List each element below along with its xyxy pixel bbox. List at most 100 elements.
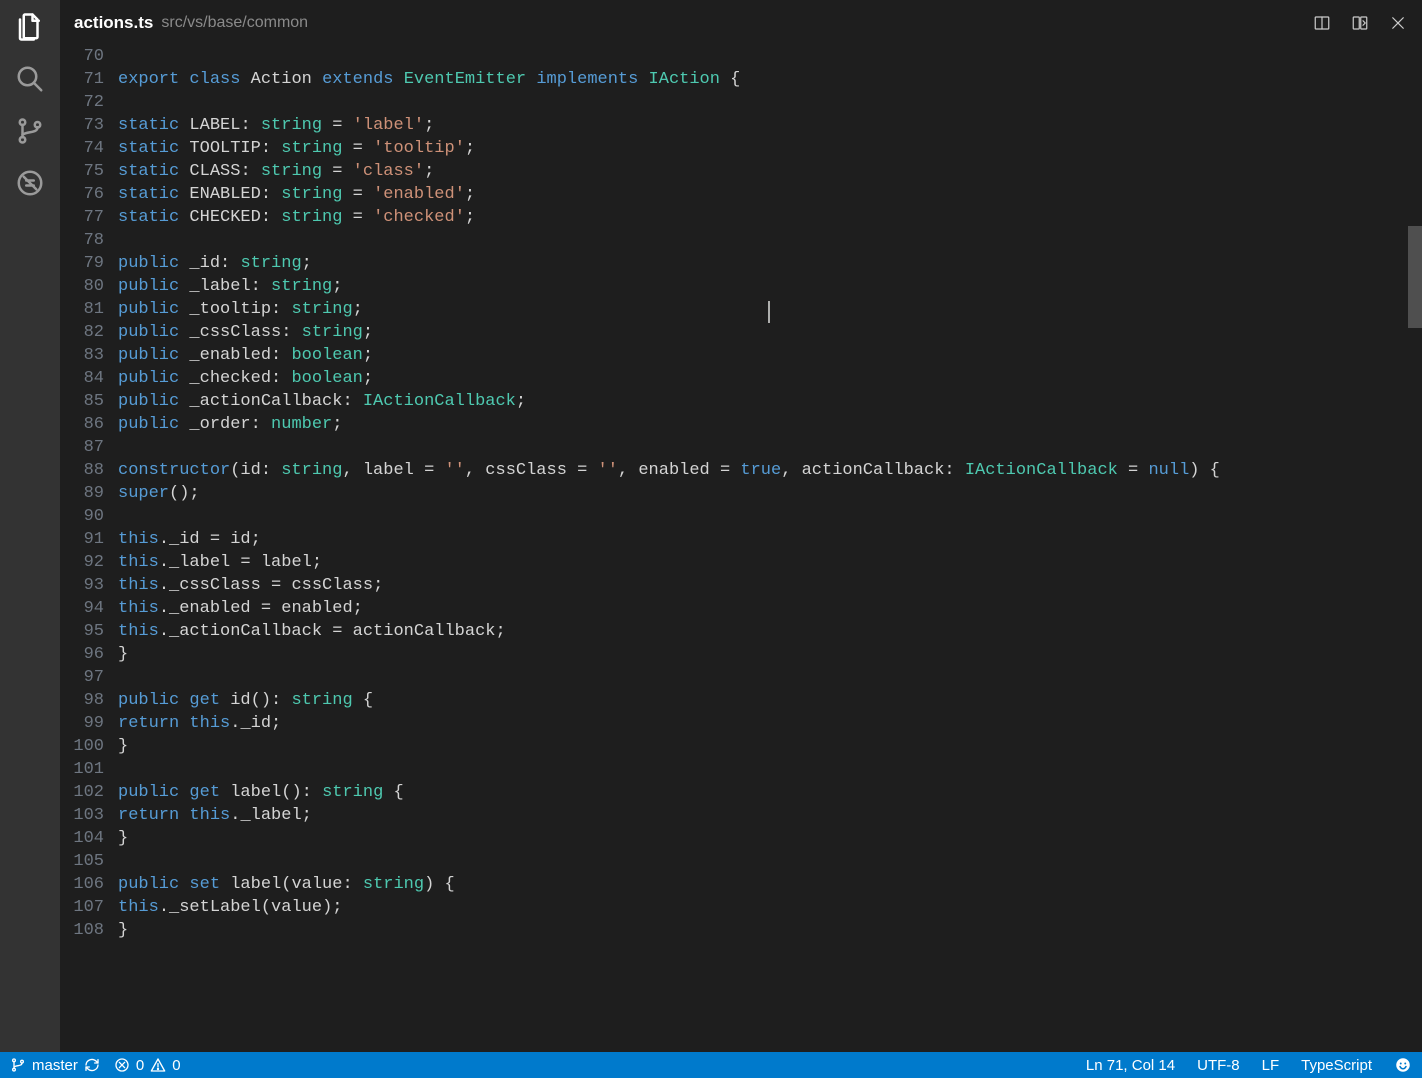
code-line[interactable]: 71export class Action extends EventEmitt… [60,68,1422,91]
code-line[interactable]: 84 public _checked: boolean; [60,367,1422,390]
code-line[interactable]: 103 return this._label; [60,804,1422,827]
feedback-button[interactable] [1394,1056,1412,1074]
code-line[interactable]: 108 } [60,919,1422,942]
line-number: 87 [60,436,118,459]
smiley-icon [1394,1056,1412,1074]
diff-icon [1351,14,1369,32]
code-line[interactable]: 80 public _label: string; [60,275,1422,298]
code-line[interactable]: 106 public set label(value: string) { [60,873,1422,896]
line-number: 88 [60,459,118,482]
code-content: this._id = id; [118,528,1422,551]
code-content [118,229,1422,252]
line-number: 105 [60,850,118,873]
code-line[interactable]: 75 static CLASS: string = 'class'; [60,160,1422,183]
editor-viewport[interactable]: 7071export class Action extends EventEmi… [60,45,1422,1052]
line-number: 79 [60,252,118,275]
encoding-status[interactable]: UTF-8 [1197,1054,1240,1077]
code-content [118,850,1422,873]
line-number: 91 [60,528,118,551]
editor-title-actions [1312,13,1408,33]
code-line[interactable]: 104 } [60,827,1422,850]
code-content: super(); [118,482,1422,505]
code-content [118,505,1422,528]
bug-slash-icon [15,168,45,198]
text-cursor [768,301,770,323]
close-icon [1389,14,1407,32]
activity-bar [0,0,60,1052]
line-number: 84 [60,367,118,390]
warning-count: 0 [172,1054,180,1077]
code-line[interactable]: 97 [60,666,1422,689]
line-number: 106 [60,873,118,896]
line-number: 93 [60,574,118,597]
code-content: } [118,827,1422,850]
files-icon [15,12,45,42]
code-line[interactable]: 74 static TOOLTIP: string = 'tooltip'; [60,137,1422,160]
code-content: } [118,643,1422,666]
cursor-position[interactable]: Ln 71, Col 14 [1086,1054,1175,1077]
code-line[interactable]: 96 } [60,643,1422,666]
code-line[interactable]: 76 static ENABLED: string = 'enabled'; [60,183,1422,206]
code-line[interactable]: 78 [60,229,1422,252]
line-number: 101 [60,758,118,781]
code-line[interactable]: 70 [60,45,1422,68]
code-line[interactable]: 73 static LABEL: string = 'label'; [60,114,1422,137]
language-mode[interactable]: TypeScript [1301,1054,1372,1077]
close-editor-button[interactable] [1388,13,1408,33]
explorer-activity[interactable] [13,10,47,44]
code-line[interactable]: 105 [60,850,1422,873]
code-line[interactable]: 95 this._actionCallback = actionCallback… [60,620,1422,643]
code-line[interactable]: 99 return this._id; [60,712,1422,735]
code-line[interactable]: 83 public _enabled: boolean; [60,344,1422,367]
code-line[interactable]: 102 public get label(): string { [60,781,1422,804]
line-number: 74 [60,137,118,160]
code-line[interactable]: 87 [60,436,1422,459]
scm-activity[interactable] [13,114,47,148]
split-editor-button[interactable] [1312,13,1332,33]
code-line[interactable]: 92 this._label = label; [60,551,1422,574]
code-content: static CHECKED: string = 'checked'; [118,206,1422,229]
code-content: static CLASS: string = 'class'; [118,160,1422,183]
line-number: 103 [60,804,118,827]
code-line[interactable]: 93 this._cssClass = cssClass; [60,574,1422,597]
code-line[interactable]: 85 public _actionCallback: IActionCallba… [60,390,1422,413]
code-content: this._setLabel(value); [118,896,1422,919]
code-content: public get id(): string { [118,689,1422,712]
git-branch-name: master [32,1054,78,1077]
line-number: 81 [60,298,118,321]
code-content: public set label(value: string) { [118,873,1422,896]
search-activity[interactable] [13,62,47,96]
line-number: 98 [60,689,118,712]
line-number: 86 [60,413,118,436]
code-line[interactable]: 89 super(); [60,482,1422,505]
split-icon [1313,14,1331,32]
git-branch-status[interactable]: master [10,1054,100,1077]
editor-tab[interactable]: actions.ts src/vs/base/common [60,0,1422,45]
compare-changes-button[interactable] [1350,13,1370,33]
code-content: constructor(id: string, label = '', cssC… [118,459,1422,482]
scrollbar-thumb[interactable] [1408,226,1422,328]
code-line[interactable]: 88 constructor(id: string, label = '', c… [60,459,1422,482]
vertical-scrollbar[interactable] [1408,45,1422,1052]
code-line[interactable]: 107 this._setLabel(value); [60,896,1422,919]
debug-activity[interactable] [13,166,47,200]
code-line[interactable]: 77 static CHECKED: string = 'checked'; [60,206,1422,229]
code-line[interactable]: 94 this._enabled = enabled; [60,597,1422,620]
code-content: this._cssClass = cssClass; [118,574,1422,597]
code-content: this._label = label; [118,551,1422,574]
problems-status[interactable]: 0 0 [114,1054,181,1077]
code-line[interactable]: 100 } [60,735,1422,758]
code-line[interactable]: 79 public _id: string; [60,252,1422,275]
code-line[interactable]: 86 public _order: number; [60,413,1422,436]
code-line[interactable]: 82 public _cssClass: string; [60,321,1422,344]
code-line[interactable]: 91 this._id = id; [60,528,1422,551]
eol-status[interactable]: LF [1262,1054,1280,1077]
line-number: 76 [60,183,118,206]
code-line[interactable]: 90 [60,505,1422,528]
code-line[interactable]: 98 public get id(): string { [60,689,1422,712]
code-line[interactable]: 101 [60,758,1422,781]
code-line[interactable]: 72 [60,91,1422,114]
code-line[interactable]: 81 public _tooltip: string; [60,298,1422,321]
line-number: 82 [60,321,118,344]
line-number: 94 [60,597,118,620]
